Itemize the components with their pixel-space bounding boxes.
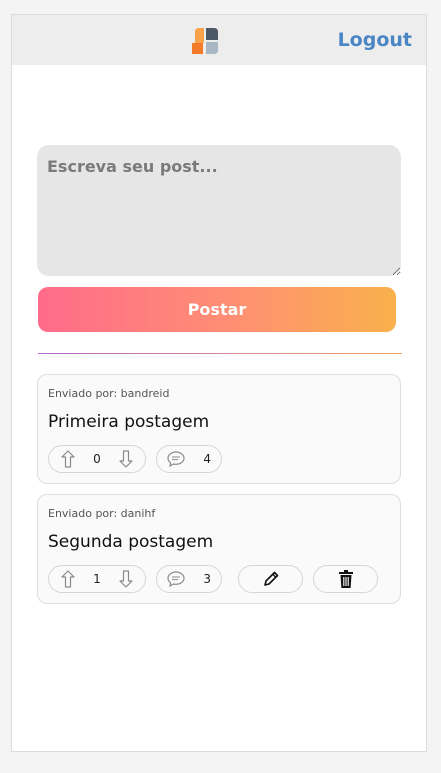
trash-icon: [338, 569, 354, 589]
vote-count: 0: [93, 452, 101, 466]
header: Logout: [12, 15, 426, 65]
delete-button[interactable]: [313, 565, 378, 593]
upvote-icon[interactable]: [61, 450, 75, 468]
divider: [38, 353, 402, 354]
post-title: Segunda postagem: [48, 532, 214, 552]
vote-control: 0: [48, 445, 146, 473]
post-author: Enviado por: bandreid: [48, 387, 170, 400]
comment-count: 4: [203, 452, 211, 466]
pencil-icon: [262, 570, 280, 588]
post-title: Primeira postagem: [48, 412, 210, 432]
comments-button[interactable]: 4: [156, 445, 222, 473]
app-logo-icon: [192, 28, 218, 54]
logout-link[interactable]: Logout: [338, 29, 412, 51]
post-author: Enviado por: danihf: [48, 507, 156, 520]
comment-icon: [167, 451, 185, 467]
post-card: Enviado por: bandreid Primeira postagem …: [37, 374, 401, 484]
upvote-icon[interactable]: [61, 570, 75, 588]
comment-icon: [167, 571, 185, 587]
edit-button[interactable]: [238, 565, 303, 593]
app-frame: Logout Postar Enviado por: bandreid Prim…: [11, 14, 427, 752]
downvote-icon[interactable]: [119, 450, 133, 468]
post-button[interactable]: Postar: [38, 287, 396, 332]
downvote-icon[interactable]: [119, 570, 133, 588]
comments-button[interactable]: 3: [156, 565, 222, 593]
post-input[interactable]: [37, 145, 401, 276]
comment-count: 3: [203, 572, 211, 586]
vote-count: 1: [93, 572, 101, 586]
post-card: Enviado por: danihf Segunda postagem 1 3: [37, 494, 401, 604]
vote-control: 1: [48, 565, 146, 593]
